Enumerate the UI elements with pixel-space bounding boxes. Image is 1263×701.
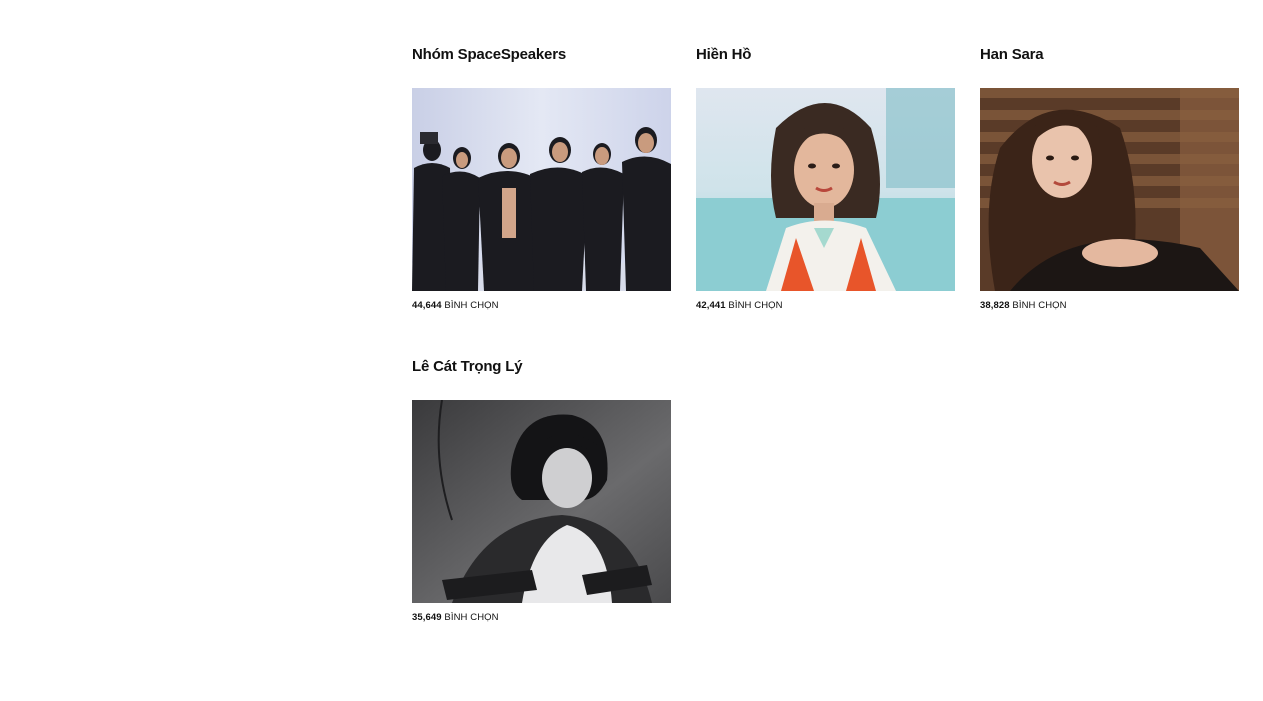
- vote-number: 44,644: [412, 300, 442, 311]
- vote-label: BÌNH CHỌN: [1012, 300, 1067, 311]
- candidate-grid: Nhóm SpaceSpeakers 44,644 BÌNH CHỌN Hiền…: [412, 44, 1240, 624]
- candidate-name[interactable]: Han Sara: [980, 44, 1239, 66]
- portrait-photo: [412, 400, 671, 603]
- portrait-photo: [696, 88, 955, 291]
- candidate-card[interactable]: Nhóm SpaceSpeakers 44,644 BÌNH CHỌN: [412, 44, 671, 312]
- vote-number: 42,441: [696, 300, 726, 311]
- group-photo: [412, 88, 671, 291]
- vote-number: 38,828: [980, 300, 1010, 311]
- candidate-photo[interactable]: [412, 88, 671, 291]
- vote-count: 44,644 BÌNH CHỌN: [412, 300, 671, 312]
- candidate-name[interactable]: Nhóm SpaceSpeakers: [412, 44, 671, 66]
- vote-label: BÌNH CHỌN: [444, 300, 499, 311]
- candidate-photo[interactable]: [412, 400, 671, 603]
- vote-count: 42,441 BÌNH CHỌN: [696, 300, 955, 312]
- candidate-name[interactable]: Hiền Hồ: [696, 44, 955, 66]
- candidate-card[interactable]: Han Sara 38,828 BÌNH CHỌN: [980, 44, 1239, 312]
- vote-count: 35,649 BÌNH CHỌN: [412, 612, 671, 624]
- portrait-photo: [980, 88, 1239, 291]
- vote-label: BÌNH CHỌN: [444, 612, 499, 623]
- candidate-name[interactable]: Lê Cát Trọng Lý: [412, 356, 671, 378]
- candidate-card[interactable]: Hiền Hồ 42,441 BÌNH CHỌN: [696, 44, 955, 312]
- candidate-photo[interactable]: [980, 88, 1239, 291]
- vote-count: 38,828 BÌNH CHỌN: [980, 300, 1239, 312]
- candidate-photo[interactable]: [696, 88, 955, 291]
- candidate-card[interactable]: Lê Cát Trọng Lý 35,649 BÌNH CHỌN: [412, 356, 671, 624]
- vote-number: 35,649: [412, 612, 442, 623]
- vote-label: BÌNH CHỌN: [728, 300, 783, 311]
